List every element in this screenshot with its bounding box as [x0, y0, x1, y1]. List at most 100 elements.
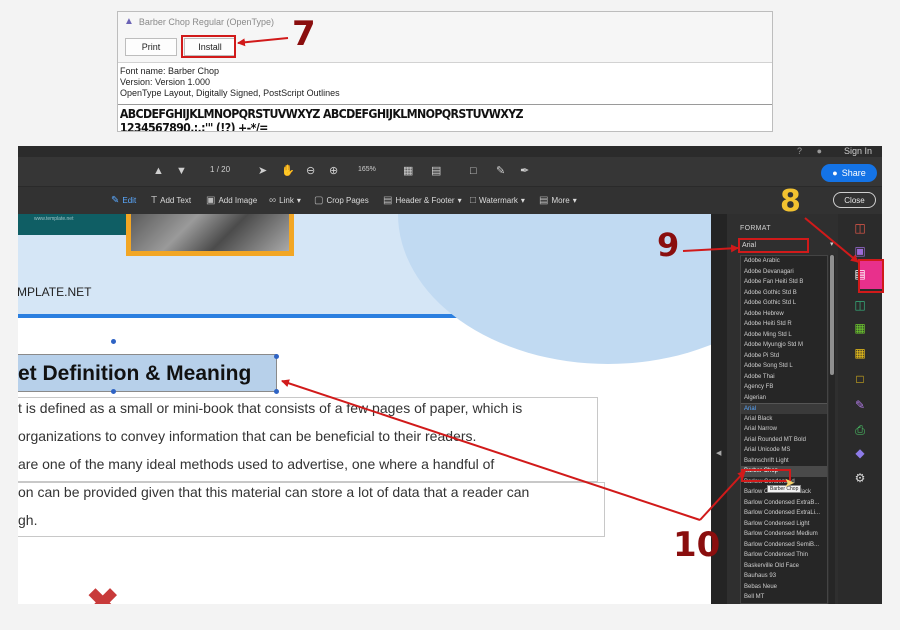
more-tool[interactable]: ▤ More ▾	[539, 195, 577, 206]
font-list-item[interactable]: Adobe Devanagari	[741, 267, 827, 278]
print-production-icon[interactable]: ⎙	[852, 422, 868, 438]
zoom-in-icon[interactable]: ⊕	[329, 165, 338, 178]
font-list-item[interactable]: Adobe Fan Heiti Std B	[741, 277, 827, 288]
font-list-item[interactable]: Arial Rounded MT Bold	[741, 435, 827, 446]
font-list-item[interactable]: Baskerville Old Face	[741, 561, 827, 572]
font-list-item[interactable]: Arial Black	[741, 414, 827, 425]
callout-step-10: 10	[673, 525, 721, 565]
font-list-item[interactable]: Bell MT	[741, 592, 827, 603]
header-footer-tool[interactable]: ▤ Header & Footer ▾	[383, 195, 462, 206]
share-button[interactable]: ● Share	[821, 164, 877, 182]
font-list-item[interactable]: Adobe Song Std L	[741, 361, 827, 372]
callout-step-7: 7	[292, 14, 316, 54]
protect-shield-icon[interactable]: ◆	[852, 445, 868, 461]
zoom-level[interactable]: 165%	[358, 166, 376, 173]
selection-handle[interactable]	[274, 354, 279, 359]
acrobat-title-bar: ? ● Sign In	[18, 146, 882, 157]
page-layout-icon[interactable]: ▦	[403, 165, 413, 178]
chevron-down-icon[interactable]: ▾	[830, 240, 834, 248]
edit-tool[interactable]: ✎ Edit	[111, 195, 136, 206]
pdf-document-view[interactable]: www.template.net MPLATE.NET et Definitio…	[18, 214, 711, 604]
font-list-item[interactable]: Adobe Arabic	[741, 256, 827, 267]
font-list-item[interactable]: Barlow Condensed ExtraLi...	[741, 508, 827, 519]
watermark-dropdown-icon: ▾	[520, 196, 525, 205]
link-icon: ∞	[269, 195, 277, 206]
page-up-icon[interactable]: ▲	[153, 165, 164, 178]
font-list-item[interactable]: Adobe Hebrew	[741, 309, 827, 320]
add-text-tool[interactable]: T Add Text	[151, 195, 191, 206]
font-list-item[interactable]: Adobe Heiti Std R	[741, 319, 827, 330]
more-tools-icon[interactable]: ⚙	[852, 470, 868, 486]
font-app-icon: ▲	[124, 16, 134, 27]
font-list-item[interactable]: Barlow Condensed Medium	[741, 529, 827, 540]
font-list-item[interactable]: Bebas Neue	[741, 582, 827, 593]
font-list-item[interactable]: Adobe Gothic Std L	[741, 298, 827, 309]
organize-pages-icon[interactable]: ▦	[852, 320, 868, 336]
print-button[interactable]: Print	[125, 38, 177, 56]
font-list-item[interactable]: Arial Unicode MS	[741, 445, 827, 456]
font-info: Font name: Barber Chop Version: Version …	[118, 63, 772, 102]
font-window-titlebar: ▲ Barber Chop Regular (OpenType)	[118, 12, 772, 31]
close-edit-button[interactable]: Close	[833, 192, 876, 208]
font-details-line: OpenType Layout, Digitally Signed, PostS…	[120, 88, 340, 98]
hand-tool-icon[interactable]: ✋	[281, 165, 295, 178]
font-list-item[interactable]: Barlow Condensed ExtraB...	[741, 498, 827, 509]
callout-step-8: 8	[780, 184, 801, 219]
scan-ocr-icon[interactable]: ▦	[852, 345, 868, 361]
font-list-item[interactable]: Algerian	[741, 393, 827, 404]
font-list-item[interactable]: Adobe Thai	[741, 372, 827, 383]
fill-sign-icon[interactable]: ✎	[852, 397, 868, 413]
paragraph-line[interactable]: t is defined as a small or mini-book tha…	[18, 394, 522, 422]
font-list-item[interactable]: Arial	[741, 403, 827, 414]
collapse-arrow-icon[interactable]: ◀	[716, 449, 721, 457]
font-list-item[interactable]: Barlow Condensed Light	[741, 519, 827, 530]
header-footer-label: Header & Footer	[395, 196, 455, 205]
notification-bell-icon[interactable]: ●	[817, 146, 822, 156]
font-list-scroll-thumb[interactable]	[830, 255, 834, 375]
paragraph-line[interactable]: gh.	[18, 506, 37, 534]
font-list-item[interactable]: Barlow Condensed Thin	[741, 550, 827, 561]
edit-pencil-icon: ✎	[111, 195, 120, 206]
watermark-tool[interactable]: □ Watermark ▾	[470, 195, 525, 206]
page-number-box[interactable]: 1 / 20	[210, 165, 230, 174]
selected-heading-textbox[interactable]: et Definition & Meaning	[18, 354, 277, 392]
combine-files-icon[interactable]: ▣	[852, 243, 868, 259]
export-pdf-icon[interactable]: ◫	[852, 297, 868, 313]
crop-pages-tool[interactable]: ▢ Crop Pages	[314, 195, 369, 206]
paragraph-line[interactable]: organizations to convey information that…	[18, 422, 476, 450]
font-list[interactable]: Adobe Arabic Adobe Devanagari Adobe Fan He…	[740, 255, 828, 604]
comment-icon[interactable]: □	[470, 165, 477, 178]
selection-handle[interactable]	[111, 339, 116, 344]
font-list-item[interactable]: Adobe Myungjo Std M	[741, 340, 827, 351]
zoom-out-icon[interactable]: ⊖	[306, 165, 315, 178]
font-list-item[interactable]: Adobe Pi Std	[741, 351, 827, 362]
page-current[interactable]: 1	[210, 165, 214, 174]
font-list-item[interactable]: Barlow Condensed SemiB...	[741, 540, 827, 551]
sign-in-link[interactable]: Sign In	[844, 146, 872, 156]
font-list-item[interactable]: Bahnschrift Light	[741, 456, 827, 467]
watermark-icon: □	[470, 195, 477, 206]
comment-tool-icon[interactable]: □	[852, 371, 868, 387]
add-image-label: Add Image	[218, 196, 258, 205]
highlight-pen-icon[interactable]: ✎	[496, 165, 505, 178]
link-label: Link	[279, 196, 294, 205]
help-icon[interactable]: ?	[797, 146, 802, 156]
link-dropdown-icon: ▾	[296, 196, 301, 205]
font-list-item[interactable]: Bauhaus 93	[741, 571, 827, 582]
sign-icon[interactable]: ✒	[520, 165, 529, 178]
document-heading[interactable]: et Definition & Meaning	[18, 362, 251, 386]
link-tool[interactable]: ∞ Link ▾	[269, 195, 301, 206]
font-list-item[interactable]: Arial Narrow	[741, 424, 827, 435]
font-list-item[interactable]: Adobe Ming Std L	[741, 330, 827, 341]
paragraph-line[interactable]: on can be provided given that this mater…	[18, 478, 529, 506]
page-down-icon[interactable]: ▼	[176, 165, 187, 178]
create-pdf-icon[interactable]: ◫	[852, 220, 868, 236]
scroll-mode-icon[interactable]: ▤	[431, 165, 441, 178]
header-footer-icon: ▤	[383, 195, 393, 206]
font-list-item[interactable]: Agency FB	[741, 382, 827, 393]
paragraph-line[interactable]: are one of the many ideal methods used t…	[18, 450, 494, 478]
font-list-item[interactable]: Adobe Gothic Std B	[741, 288, 827, 299]
font-list-scrollbar[interactable]	[829, 255, 835, 604]
select-cursor-icon[interactable]: ➤	[258, 165, 267, 178]
add-image-tool[interactable]: ▣ Add Image	[206, 195, 257, 206]
